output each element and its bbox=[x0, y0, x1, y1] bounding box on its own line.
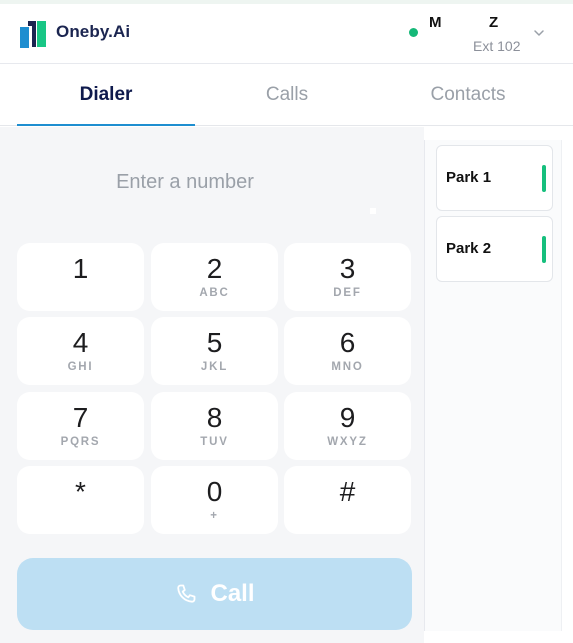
park-panel: Park 1 Park 2 bbox=[424, 140, 562, 631]
park-status-bar bbox=[542, 236, 546, 263]
tab-calls[interactable]: Calls bbox=[195, 64, 379, 126]
key-letters: MNO bbox=[331, 361, 364, 373]
key-0[interactable]: 0 + bbox=[151, 466, 278, 534]
key-4[interactable]: 4 GHI bbox=[17, 317, 144, 385]
park-item-2[interactable]: Park 2 bbox=[436, 216, 553, 282]
phone-icon bbox=[177, 584, 196, 603]
key-digit: 2 bbox=[206, 253, 223, 284]
key-letters: + bbox=[210, 510, 219, 522]
dialer-panel: 1 2 ABC 3 DEF 4 GHI 5 JKL 6 MNO 7 PQRS bbox=[0, 127, 424, 643]
key-digit: 8 bbox=[206, 402, 223, 433]
extension-label: Ext 102 bbox=[473, 38, 521, 54]
tab-bar: Dialer Calls Contacts bbox=[0, 64, 573, 126]
key-letters: TUV bbox=[200, 436, 229, 448]
park-item-1[interactable]: Park 1 bbox=[436, 145, 553, 211]
key-digit: 4 bbox=[72, 327, 89, 358]
key-letters: ABC bbox=[199, 287, 230, 299]
active-tab-indicator bbox=[17, 124, 195, 126]
key-9[interactable]: 9 WXYZ bbox=[284, 392, 411, 460]
input-caret bbox=[370, 208, 376, 214]
call-label: Call bbox=[210, 580, 255, 607]
key-3[interactable]: 3 DEF bbox=[284, 243, 411, 311]
key-digit: # bbox=[339, 476, 356, 507]
dialer-app: Oneby.Ai M Z Ext 102 Dialer Calls Contac… bbox=[0, 0, 573, 643]
park-label: Park 1 bbox=[446, 169, 492, 186]
header: Oneby.Ai M Z Ext 102 bbox=[0, 4, 573, 64]
oneby-logo-icon bbox=[20, 21, 46, 48]
key-2[interactable]: 2 ABC bbox=[151, 243, 278, 311]
key-digit: 5 bbox=[206, 327, 223, 358]
key-digit: 0 bbox=[206, 476, 223, 507]
user-first-initial[interactable]: M bbox=[429, 14, 442, 31]
user-last-initial[interactable]: Z bbox=[489, 14, 498, 31]
key-8[interactable]: 8 TUV bbox=[151, 392, 278, 460]
key-digit: 1 bbox=[72, 253, 89, 284]
key-digit: * bbox=[75, 476, 86, 507]
key-letters: JKL bbox=[200, 361, 229, 373]
key-5[interactable]: 5 JKL bbox=[151, 317, 278, 385]
brand-name: Oneby.Ai bbox=[56, 22, 131, 41]
park-label: Park 2 bbox=[446, 240, 492, 257]
status-dot bbox=[409, 28, 418, 37]
key-digit: 7 bbox=[72, 402, 89, 433]
key-letters: DEF bbox=[333, 287, 362, 299]
tab-contacts[interactable]: Contacts bbox=[379, 64, 557, 126]
key-hash[interactable]: # bbox=[284, 466, 411, 534]
key-6[interactable]: 6 MNO bbox=[284, 317, 411, 385]
call-button[interactable]: Call bbox=[17, 558, 412, 630]
key-7[interactable]: 7 PQRS bbox=[17, 392, 144, 460]
key-digit: 9 bbox=[339, 402, 356, 433]
key-digit: 3 bbox=[339, 253, 356, 284]
key-1[interactable]: 1 bbox=[17, 243, 144, 311]
number-input[interactable] bbox=[30, 162, 340, 202]
park-status-bar bbox=[542, 165, 546, 192]
key-letters: WXYZ bbox=[327, 436, 368, 448]
key-star[interactable]: * bbox=[17, 466, 144, 534]
tab-dialer[interactable]: Dialer bbox=[17, 64, 195, 126]
key-letters: GHI bbox=[67, 361, 94, 373]
chevron-down-icon[interactable] bbox=[532, 28, 546, 38]
key-letters: PQRS bbox=[60, 436, 101, 448]
key-digit: 6 bbox=[339, 327, 356, 358]
